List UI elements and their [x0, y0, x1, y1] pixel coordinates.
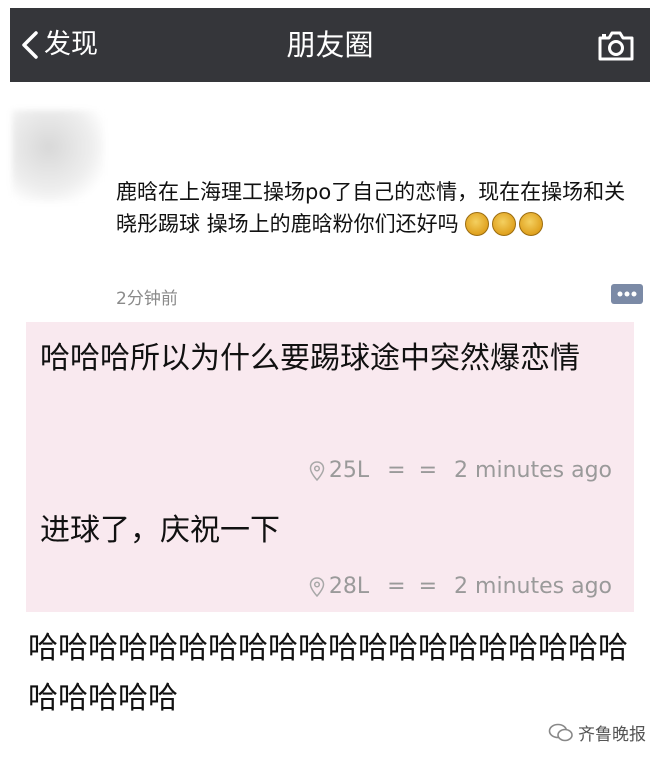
post-text: 鹿晗在上海理工操场po了自己的恋情，现在在操场和关晓彤踢球 操场上的鹿晗粉你们还… — [116, 180, 626, 236]
emoji-icon — [465, 212, 490, 236]
reply-text: 哈哈哈所以为什么要踢球途中突然爆恋情 — [40, 341, 580, 376]
reply-meta: 28L = = 2 minutes ago — [309, 574, 612, 599]
comment-icon[interactable] — [610, 283, 644, 307]
emoji-icon — [492, 212, 517, 236]
emoji-group — [465, 212, 546, 236]
reply-time: 2 minutes ago — [454, 574, 612, 599]
reply-separator: = = — [387, 574, 441, 599]
location-pin-icon — [309, 576, 325, 597]
caption-text: 哈哈哈哈哈哈哈哈哈哈哈哈哈哈哈哈哈哈哈哈哈哈哈哈哈 — [28, 631, 628, 716]
reply-meta: 25L = = 2 minutes ago — [309, 458, 612, 483]
watermark-text: 齐鲁晚报 — [578, 725, 646, 745]
reply-floor: 28L — [328, 574, 370, 599]
reply-floor: 25L — [328, 458, 370, 483]
page-title: 朋友圈 — [286, 28, 374, 62]
reply-card: 哈哈哈所以为什么要踢球途中突然爆恋情 25L = = 2 minutes ago — [26, 322, 634, 492]
camera-icon — [598, 31, 634, 61]
camera-button[interactable] — [596, 30, 636, 62]
top-nav-bar: 发现 朋友圈 — [10, 8, 650, 82]
location-pin-icon — [309, 460, 325, 481]
emoji-icon — [519, 212, 544, 236]
reply-time: 2 minutes ago — [454, 458, 612, 483]
reply-text: 进球了，庆祝一下 — [40, 513, 280, 548]
watermark: 齐鲁晚报 — [548, 720, 646, 745]
wechat-logo-icon — [548, 723, 573, 741]
reply-card: 进球了，庆祝一下 28L = = 2 minutes ago — [26, 492, 634, 612]
avatar[interactable] — [12, 110, 104, 202]
post-content: 鹿晗在上海理工操场po了自己的恋情，现在在操场和关晓彤踢球 操场上的鹿晗粉你们还… — [116, 176, 636, 240]
reply-separator: = = — [387, 458, 441, 483]
post-timestamp: 2分钟前 — [116, 289, 178, 309]
